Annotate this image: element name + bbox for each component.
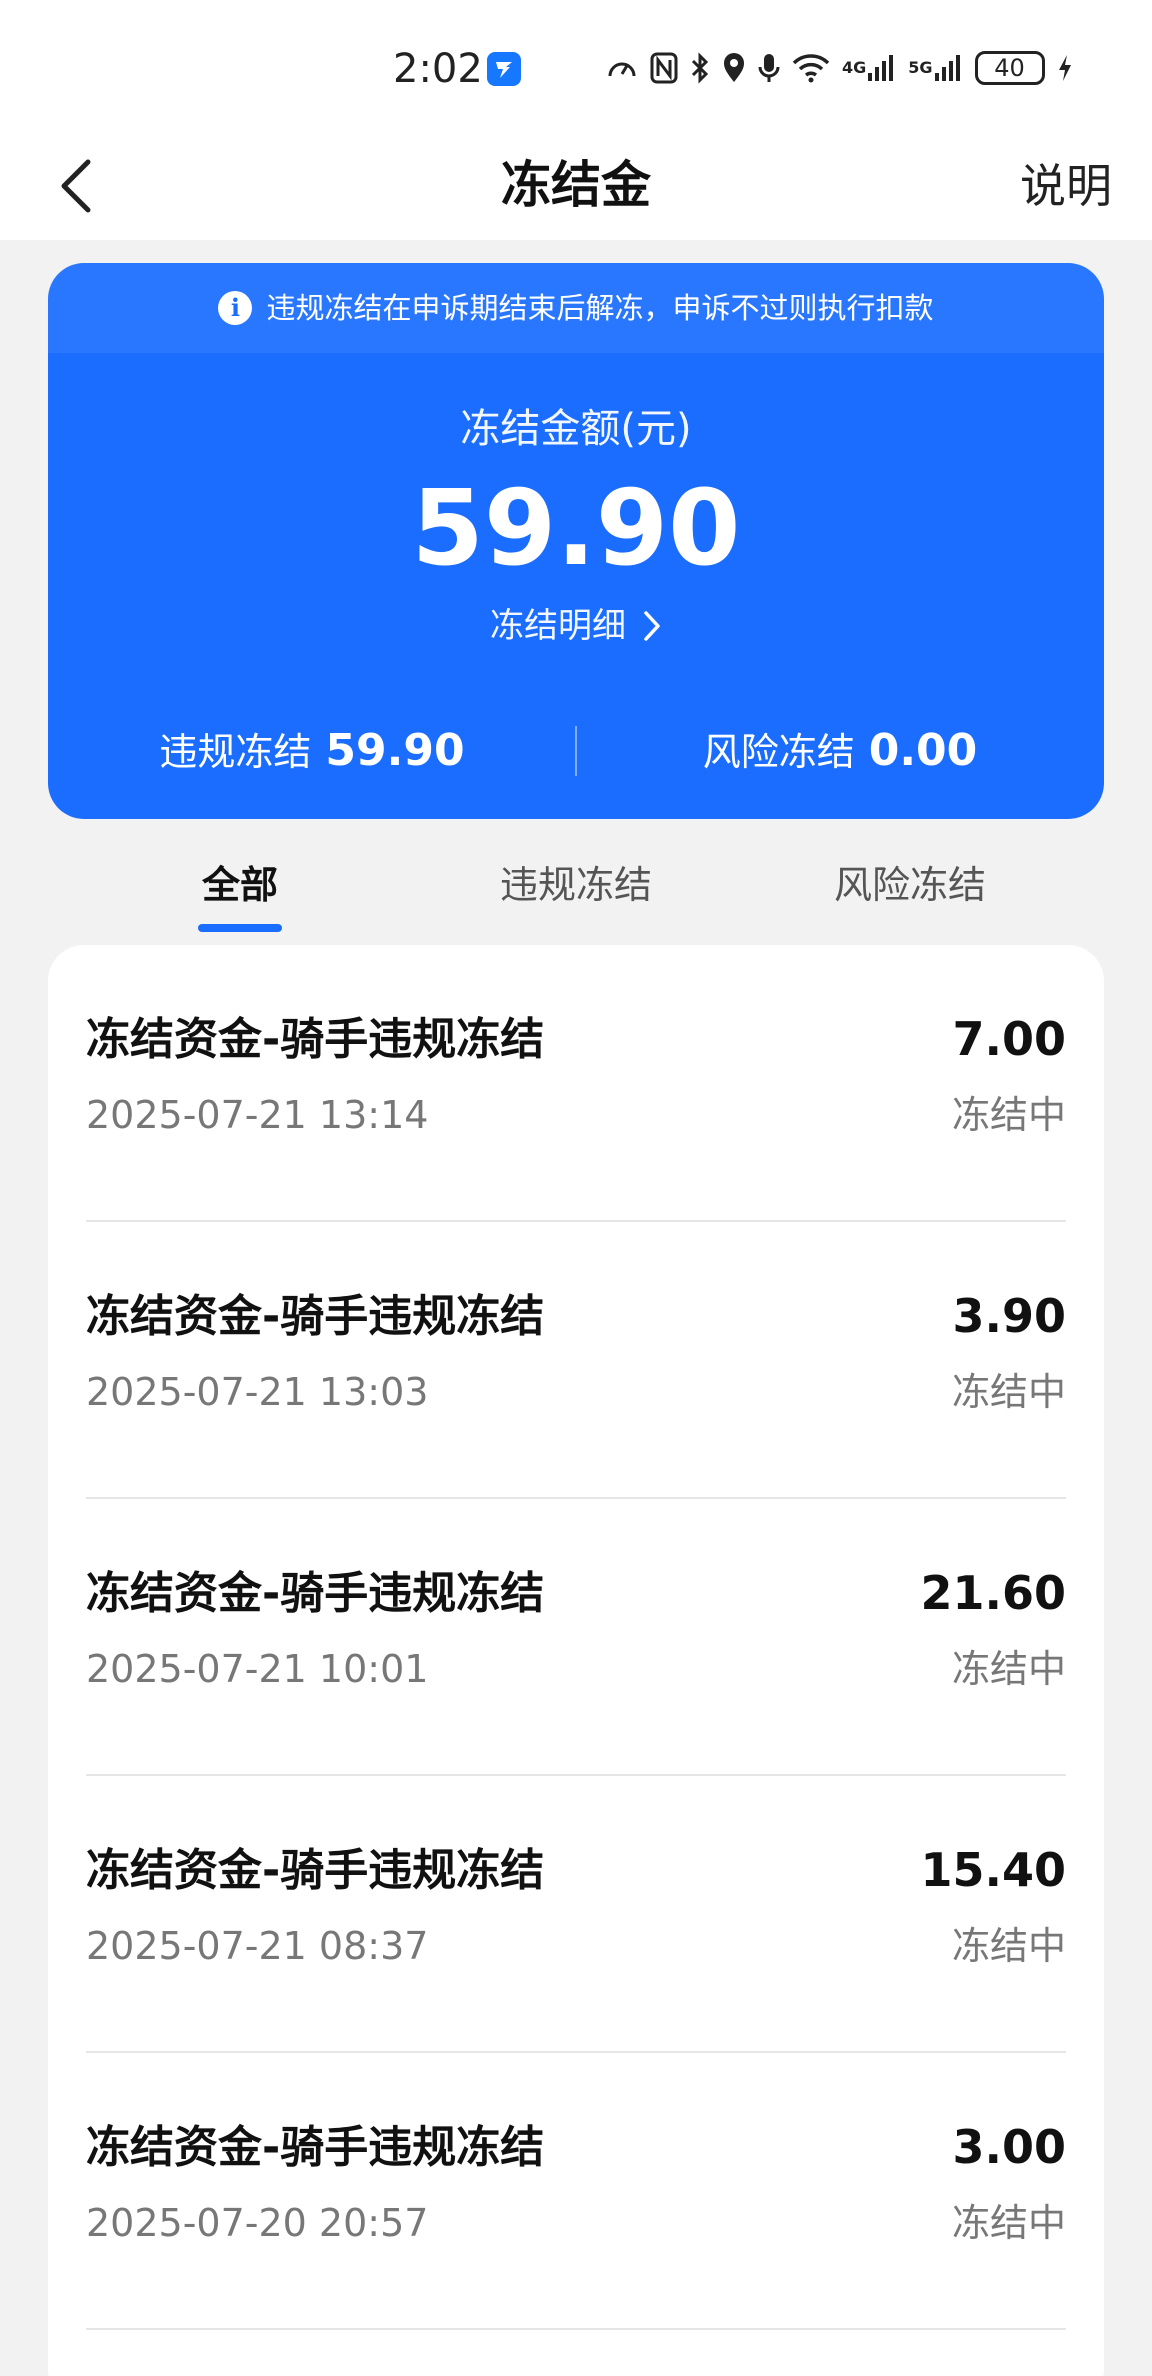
record-title: 冻结资金-骑手违规冻结 bbox=[86, 1291, 545, 1342]
status-icons: 4G 5G 40 bbox=[606, 46, 1073, 90]
risk-frozen-label: 风险冻结 bbox=[702, 730, 855, 774]
record-title: 冻结资金-骑手违规冻结 bbox=[86, 1845, 545, 1896]
help-button[interactable]: 说明 bbox=[1020, 156, 1112, 216]
wifi-icon bbox=[792, 53, 830, 83]
record-time: 2025-07-21 08:37 bbox=[86, 1924, 429, 1968]
notice-banner: i 违规冻结在申诉期结束后解冻，申诉不过则执行扣款 bbox=[48, 263, 1104, 353]
record-amount: 3.90 bbox=[952, 1289, 1067, 1343]
speed-icon bbox=[606, 54, 638, 82]
nfc-icon bbox=[650, 52, 678, 84]
filter-tabs: 全部 违规冻结 风险冻结 bbox=[0, 850, 1152, 940]
risk-frozen-summary: 风险冻结 0.00 bbox=[576, 723, 1104, 783]
violation-frozen-summary: 违规冻结 59.90 bbox=[48, 723, 576, 783]
page: 2:02 4G 5G 40 冻结金 说明 i 违规冻结在申诉期结束后解冻，申诉不… bbox=[0, 0, 1152, 2376]
signal-5g-icon: 5G bbox=[908, 53, 962, 83]
record-amount: 3.00 bbox=[952, 2120, 1067, 2174]
nav-bar: 冻结金 说明 bbox=[0, 130, 1152, 240]
record-time: 2025-07-21 10:01 bbox=[86, 1647, 429, 1691]
record-row[interactable]: 冻结资金-骑手违规冻结 2025-07-20 20:57 3.00 冻结中 bbox=[48, 2053, 1104, 2330]
frozen-detail-label: 冻结明细 bbox=[490, 606, 626, 646]
record-title: 冻结资金-骑手违规冻结 bbox=[86, 2122, 545, 2173]
record-row[interactable]: 冻结资金-骑手违规冻结 2025-07-21 13:14 7.00 冻结中 bbox=[48, 945, 1104, 1222]
violation-frozen-value: 59.90 bbox=[325, 725, 465, 776]
info-icon: i bbox=[218, 291, 253, 325]
record-title: 冻结资金-骑手违规冻结 bbox=[86, 1568, 545, 1619]
notice-text: 违规冻结在申诉期结束后解冻，申诉不过则执行扣款 bbox=[266, 291, 934, 325]
mic-icon bbox=[758, 52, 780, 84]
record-status: 冻结中 bbox=[951, 1924, 1066, 1968]
frozen-amount-value: 59.90 bbox=[411, 467, 741, 589]
record-row[interactable]: 冻结资金-骑手违规冻结 2025-07-21 08:37 15.40 冻结中 bbox=[48, 1776, 1104, 2053]
network-4g-label: 4G bbox=[842, 58, 867, 77]
record-title: 冻结资金-骑手违规冻结 bbox=[86, 1014, 545, 1065]
status-time: 2:02 bbox=[393, 46, 483, 92]
record-status: 冻结中 bbox=[951, 1093, 1066, 1137]
frozen-records-list: 冻结资金-骑手违规冻结 2025-07-21 13:14 7.00 冻结中 冻结… bbox=[48, 945, 1104, 2376]
signal-4g-icon: 4G bbox=[842, 53, 896, 83]
record-amount: 7.00 bbox=[952, 1012, 1067, 1066]
tab-all[interactable]: 全部 bbox=[140, 850, 340, 920]
row-divider bbox=[86, 2328, 1066, 2330]
risk-frozen-value: 0.00 bbox=[868, 725, 978, 776]
location-icon bbox=[722, 52, 746, 84]
record-row[interactable]: 冻结资金-骑手违规冻结 2025-07-21 13:03 3.90 冻结中 bbox=[48, 1222, 1104, 1499]
battery-icon: 40 bbox=[974, 51, 1045, 85]
record-status: 冻结中 bbox=[951, 1647, 1066, 1691]
chevron-right-icon bbox=[644, 611, 660, 641]
notification-app-icon bbox=[487, 52, 521, 86]
frozen-amount-label: 冻结金额(元) bbox=[460, 406, 692, 452]
tab-risk-frozen[interactable]: 风险冻结 bbox=[760, 850, 1060, 920]
record-time: 2025-07-21 13:14 bbox=[86, 1093, 429, 1137]
frozen-detail-link[interactable]: 冻结明细 bbox=[48, 603, 1104, 649]
violation-frozen-label: 违规冻结 bbox=[159, 730, 312, 774]
record-amount: 15.40 bbox=[920, 1843, 1066, 1897]
status-bar: 2:02 4G 5G 40 bbox=[0, 0, 1152, 130]
record-status: 冻结中 bbox=[951, 2201, 1066, 2245]
record-row[interactable]: 冻结资金-骑手违规冻结 2025-07-21 10:01 21.60 冻结中 bbox=[48, 1499, 1104, 1776]
page-title: 冻结金 bbox=[501, 156, 651, 214]
bluetooth-icon bbox=[690, 52, 710, 84]
active-tab-indicator bbox=[198, 924, 282, 932]
record-amount: 21.60 bbox=[920, 1566, 1066, 1620]
record-status: 冻结中 bbox=[951, 1370, 1066, 1414]
record-time: 2025-07-21 13:03 bbox=[86, 1370, 429, 1414]
record-time: 2025-07-20 20:57 bbox=[86, 2201, 429, 2245]
charging-icon bbox=[1057, 53, 1073, 83]
network-5g-label: 5G bbox=[908, 58, 933, 77]
tab-violation-frozen[interactable]: 违规冻结 bbox=[426, 850, 726, 920]
frozen-summary-card: i 违规冻结在申诉期结束后解冻，申诉不过则执行扣款 冻结金额(元) 59.90 … bbox=[48, 263, 1104, 819]
